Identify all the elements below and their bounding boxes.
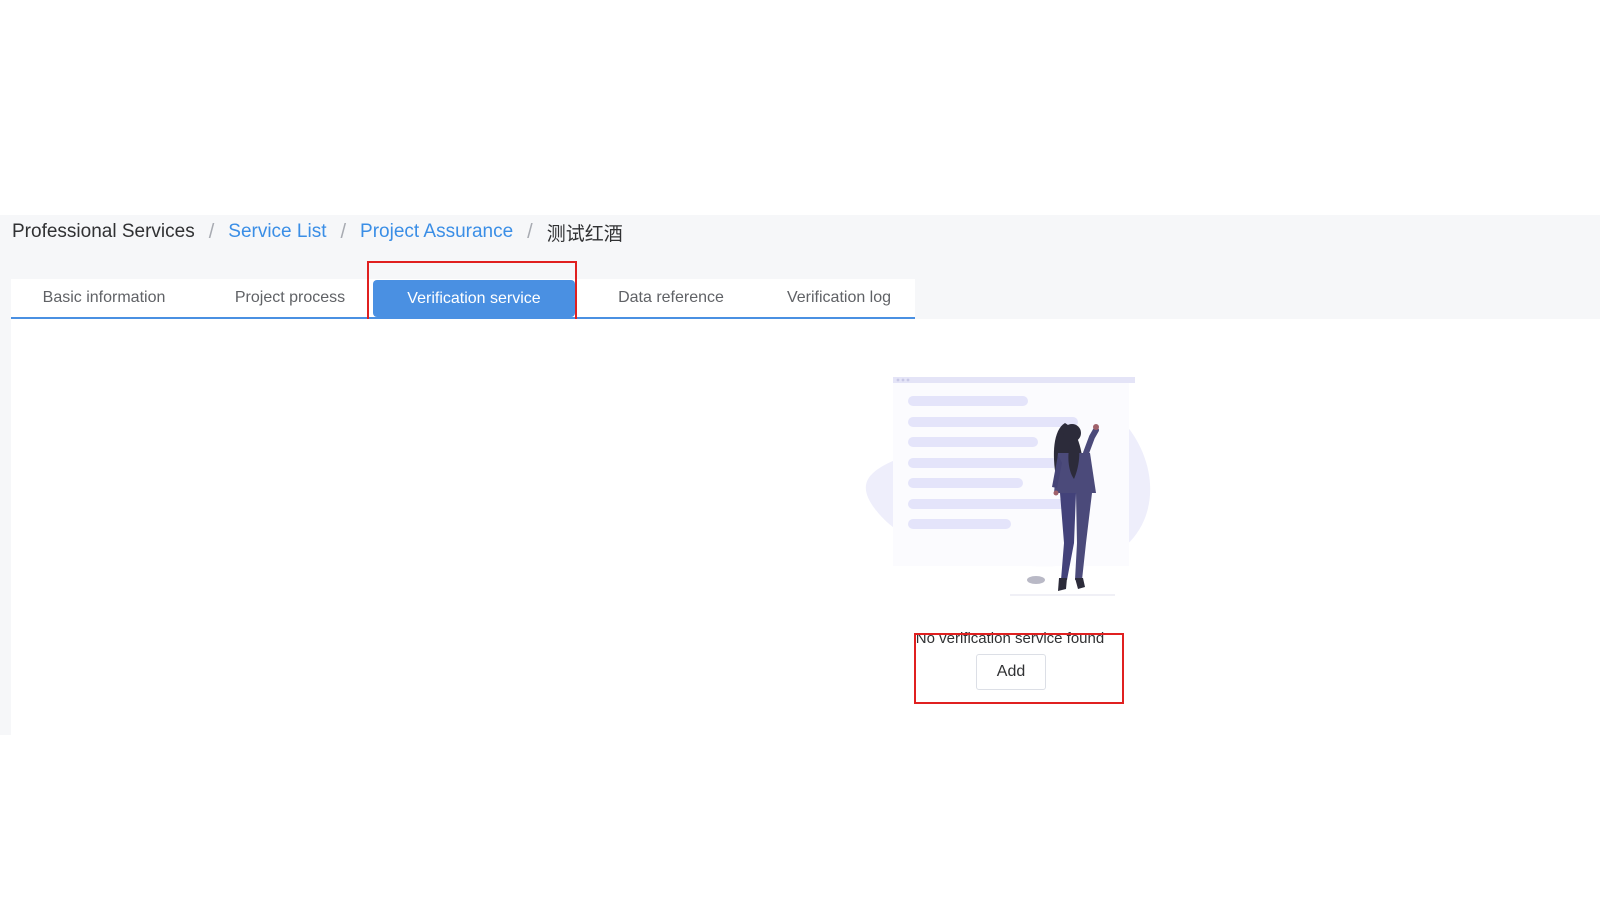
- tab-verification-service[interactable]: Verification service: [373, 280, 575, 317]
- add-button[interactable]: Add: [976, 654, 1046, 690]
- empty-state-message: No verification service found: [915, 630, 1105, 647]
- breadcrumb-root: Professional Services: [12, 221, 195, 242]
- breadcrumb-separator: /: [340, 220, 347, 243]
- tab-bar: Basic information Project process Verifi…: [11, 279, 915, 319]
- breadcrumb: Professional Services / Service List / P…: [12, 219, 623, 245]
- content-area: [11, 319, 1600, 735]
- tab-project-process[interactable]: Project process: [197, 279, 383, 317]
- tab-basic-information[interactable]: Basic information: [11, 279, 197, 317]
- breadcrumb-separator: /: [527, 220, 533, 243]
- breadcrumb-project-assurance[interactable]: Project Assurance: [360, 221, 513, 243]
- breadcrumb-service-list[interactable]: Service List: [228, 221, 326, 243]
- empty-state-illustration: [865, 377, 1151, 596]
- breadcrumb-current: 测试红酒: [546, 223, 623, 245]
- tab-data-reference[interactable]: Data reference: [576, 279, 766, 317]
- breadcrumb-separator: /: [208, 220, 215, 243]
- tab-verification-log[interactable]: Verification log: [759, 279, 919, 317]
